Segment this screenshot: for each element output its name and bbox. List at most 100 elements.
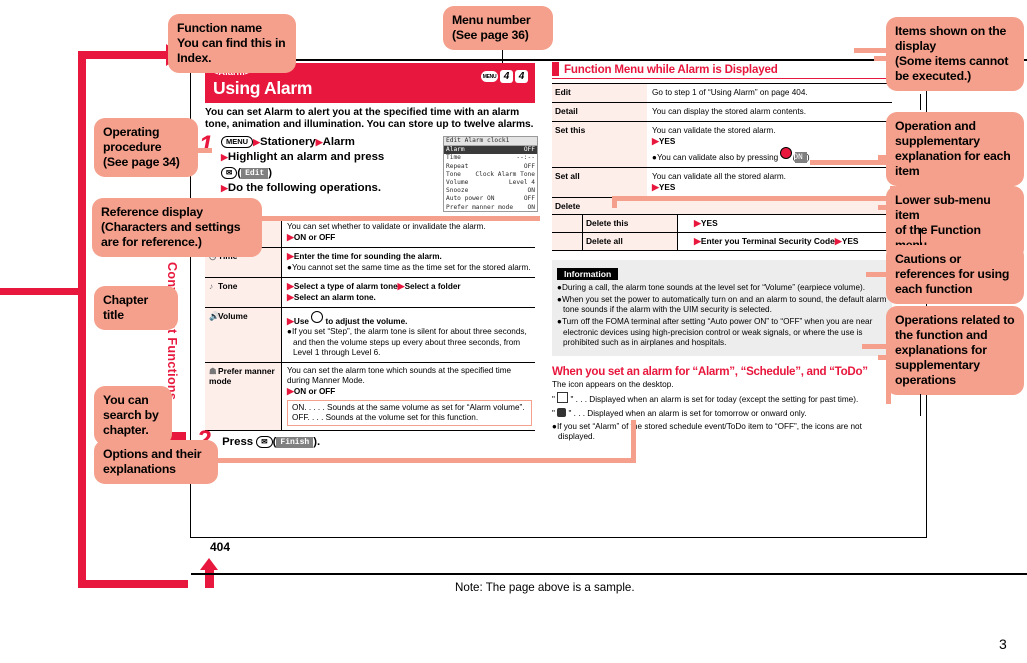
phone-row-repeat: Repeat OFF — [444, 163, 537, 171]
phone-row-label: Volume — [446, 179, 469, 187]
table-row: Delete all ▶Enter you Terminal Security … — [552, 232, 892, 251]
option-desc-arrow: Enter the time for sounding the alarm. — [293, 252, 442, 262]
option-bullet-text: If you set “Step”, the alarm tone is sil… — [291, 327, 527, 357]
alarm-section-line-2: " " . . . Displayed when an alarm is set… — [552, 407, 807, 418]
option-desc-line: You can set the alarm tone which sounds … — [287, 366, 512, 386]
fm-desc-cell: You can display the stored alarm content… — [652, 107, 806, 117]
arrow-marker-icon: ▶ — [287, 386, 294, 397]
callout-items-shown: Items shown on the display (Some items c… — [886, 17, 1024, 91]
fm-label-cell: Edit — [552, 84, 647, 103]
option-desc-arrow-3: Select an alarm tone. — [293, 293, 376, 303]
option-bullet-text: You cannot set the same time as the time… — [291, 262, 531, 272]
frame-left-vertical — [78, 51, 86, 588]
fm-sub-text: YES — [700, 218, 718, 229]
page-number-arrow-head — [200, 558, 218, 570]
function-menu-header: Function Menu while Alarm is Displayed — [552, 62, 892, 76]
fm-desc-cell: Go to step 1 of “Using Alarm” on page 40… — [652, 88, 808, 98]
arrow-marker-icon-3: ▶ — [287, 292, 294, 303]
fm-sub-label: Delete this — [582, 215, 677, 233]
guide-page: Convenient Functions <Alarm> Using Alarm… — [0, 0, 1027, 663]
option-desc-post: to adjust the volume. — [325, 317, 408, 327]
note-on-line: ON. . . . . Sounds at the same volume as… — [292, 402, 525, 412]
manual-intro-text: You can set Alarm to alert you at the sp… — [205, 107, 534, 131]
step-2-tail: ). — [313, 436, 321, 448]
speaker-icon: 🔊 — [209, 311, 220, 322]
menu-key-icon: MENU — [481, 71, 498, 82]
phone-row-value: Clock Alarm Tone — [475, 170, 535, 178]
phone-row-label: Auto power ON — [446, 195, 495, 203]
step-1-highlight-text: Highlight an alarm and press — [227, 151, 385, 164]
option-desc-bullet: ●If you set “Step”, the alarm tone is si… — [287, 327, 527, 357]
manner-mode-icon: ☗ — [209, 366, 217, 377]
guide-page-number: 3 — [999, 636, 1007, 652]
fm-label-cell: Detail — [552, 103, 647, 122]
footer-divider — [191, 573, 1027, 575]
option-desc-arrow: ON or OFF — [293, 387, 336, 397]
phone-row-manner: Prefer manner mode ON — [444, 203, 537, 211]
alarm-section-heading: When you set an alarm for “Alarm”, “Sche… — [552, 364, 868, 378]
menu-number-digit-2: 4 — [515, 70, 528, 83]
leader-operations-tail — [920, 394, 921, 416]
information-block: Information ●During a call, the alarm to… — [552, 260, 892, 356]
callout-operating-procedure: Operating procedure (See page 34) — [94, 118, 198, 177]
information-item-text: Turn off the FOMA terminal after setting… — [561, 316, 873, 348]
table-row: ♪ Tone ▶Select a type of alarm tone▶Selec… — [205, 277, 535, 309]
phone-row-time: Time --:-- — [444, 154, 537, 162]
function-menu-column: Function Menu while Alarm is Displayed E… — [552, 62, 892, 443]
information-item-text: During a call, the alarm tone sounds at … — [561, 283, 866, 293]
phone-row-label: Tone — [446, 170, 461, 178]
menu-key-glyph-icon: MENU — [221, 135, 254, 148]
step-1-followup-text: Do the following operations. — [227, 182, 382, 195]
phone-screen-mock: Edit Alarm clock1 Alarm OFF Time --:-- R… — [443, 136, 538, 212]
phone-row-snooze: Snooze ON — [444, 187, 537, 195]
table-row: Detail You can display the stored alarm … — [552, 103, 892, 123]
mail-key-icon: ✉ — [221, 166, 238, 179]
table-row: Edit Go to step 1 of “Using Alarm” on pa… — [552, 84, 892, 104]
function-menu-table: Edit Go to step 1 of “Using Alarm” on pa… — [552, 83, 892, 252]
arrow-marker-icon: ▶ — [287, 251, 294, 262]
fm-bullet-text: You can validate also by pressing — [656, 153, 779, 163]
callout-search-by-chapter: You can search by chapter. — [94, 386, 172, 445]
function-menu-bar-icon — [552, 62, 559, 76]
arrow-marker-icon-2: ▶ — [397, 280, 405, 291]
center-key-icon — [780, 147, 793, 160]
alarm-icons-section: When you set an alarm for “Alarm”, “Sche… — [552, 365, 892, 443]
softkey-finish-label: Finish — [276, 437, 314, 448]
leader-delete-sub-v — [612, 196, 617, 208]
phone-row-label: Prefer manner mode — [446, 203, 514, 211]
phone-row-label: Snooze — [446, 187, 469, 195]
callout-options-explanations: Options and their explanations — [94, 440, 218, 484]
leader-options-explanations — [196, 458, 636, 463]
fm-sub-text: Enter you Terminal Security Code — [700, 236, 835, 247]
step-2-block: 2 Press ✉(Finish). — [197, 425, 321, 453]
arrow-marker-icon: ▶ — [652, 136, 659, 147]
phone-row-value: OFF — [523, 146, 535, 154]
alarm-section-line-3-text: If you set “Alarm” of the stored schedul… — [556, 421, 862, 442]
fm-desc-arrow: YES — [658, 183, 676, 193]
callout-menu-number: Menu number (See page 36) — [443, 6, 553, 50]
option-desc-line: You can set whether to validate or inval… — [287, 222, 486, 231]
information-item: ●When you set the power to automatically… — [557, 294, 887, 315]
fm-sub-desc: ▶YES — [677, 215, 892, 233]
arrow-marker-icon: ▶ — [287, 316, 294, 327]
option-desc-bullet: ●You cannot set the same time as the tim… — [287, 262, 531, 272]
arrow-marker-icon-3: ▶ — [221, 152, 228, 163]
arrow-marker-icon: ▶ — [652, 182, 659, 193]
callout-operation-supplementary: Operation and supplementary explanation … — [886, 112, 1024, 186]
fm-sub-desc: ▶Enter you Terminal Security Code▶YES — [677, 233, 892, 251]
navigation-key-icon — [311, 311, 324, 324]
step-1-number: 1 — [199, 130, 213, 159]
callout-chapter-title: Chapter title — [94, 286, 178, 330]
phone-row-label: Time — [446, 154, 461, 162]
callout-cautions: Cautions or references for using each fu… — [886, 245, 1024, 304]
leader-items-shown — [854, 48, 890, 53]
leader-items-to-operation — [920, 94, 921, 110]
option-label: Volume — [218, 311, 248, 322]
information-item: ●Turn off the FOMA terminal after settin… — [557, 316, 873, 348]
arrow-marker-icon-2: ▶ — [834, 236, 842, 247]
alarm-section-line-3: ●If you set “Alarm” of the stored schedu… — [552, 421, 862, 442]
callout-operations-related: Operations related to the function and e… — [886, 306, 1024, 395]
menu-number-keys: MENU 4 4 — [481, 70, 528, 83]
arrow-marker-icon: ▶ — [287, 232, 294, 243]
alarm-section-lead: The icon appears on the desktop. — [552, 379, 674, 389]
